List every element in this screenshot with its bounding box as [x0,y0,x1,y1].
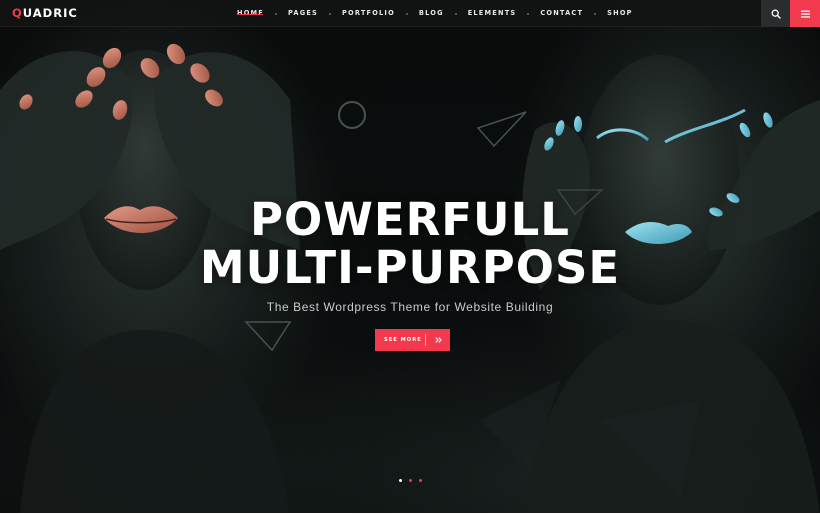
see-more-button[interactable]: SEE MORE [375,329,450,351]
nav-item-elements[interactable]: ELEMENTS [468,0,517,27]
page: QUADRIC HOME PAGES PORTFOLIO BLOG ELEMEN… [0,0,820,515]
slider-pagination [399,479,422,482]
nav-item-portfolio[interactable]: PORTFOLIO [342,0,395,27]
search-icon [771,9,781,19]
nav-separator [405,12,408,15]
slide-dot-2[interactable] [409,479,412,482]
nav-item-home[interactable]: HOME [237,0,264,27]
slide-dot-1[interactable] [399,479,402,482]
hero-headline-line-2: MULTI-PURPOSE [199,241,621,294]
nav-separator [329,12,331,15]
hamburger-menu-icon [800,10,810,18]
nav-separator [454,12,457,15]
logo-wordmark: UADRIC [22,6,78,20]
main-menu: HOME PAGES PORTFOLIO BLOG ELEMENTS CONTA… [237,0,633,27]
hero-subtitle: The Best Wordpress Theme for Website Bui… [266,300,554,314]
logo-initial: Q [12,6,23,20]
nav-separator [594,12,597,15]
see-more-label: SEE MORE [384,337,422,343]
nav-separator [275,12,277,15]
nav-item-pages[interactable]: PAGES [288,0,318,27]
nav-separator [527,12,530,15]
menu-toggle-button[interactable] [790,0,820,27]
nav-item-shop[interactable]: SHOP [607,0,633,27]
hero-slider: POWERFULL MULTI-PURPOSE The Best Wordpre… [0,0,820,515]
double-chevron-right-icon [426,337,450,343]
search-button[interactable] [761,0,790,27]
nav-item-contact[interactable]: CONTACT [540,0,583,27]
site-logo[interactable]: QUADRIC [12,7,78,20]
hero-headline-line-1: POWERFULL [250,193,570,246]
nav-item-blog[interactable]: BLOG [419,0,444,27]
slide-dot-3[interactable] [419,479,422,482]
top-navigation-bar: QUADRIC HOME PAGES PORTFOLIO BLOG ELEMEN… [0,0,820,27]
